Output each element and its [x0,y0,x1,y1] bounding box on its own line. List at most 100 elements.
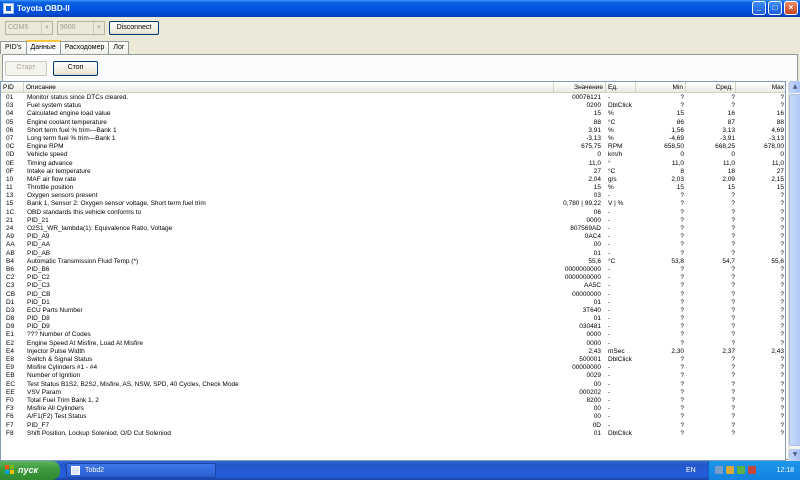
table-row[interactable]: C3 PID_C3 AA5C -??? [1,282,785,290]
table-row[interactable]: B6 PID_B6 0000000000-??? [1,266,785,274]
table-row[interactable]: 1C OBD standards this vehicle conforms to… [1,208,785,217]
port-select[interactable]: COM5 ▼ [5,21,53,35]
table-row[interactable]: E1??? Number of Codes 0000-??? [1,331,785,339]
table-row[interactable]: 04 Calculated engine load value 15% 15 16 16 [1,110,785,118]
table-row[interactable]: 11 Throttle position 15% 15 15 15 [1,184,785,192]
cell-value: 01 [593,429,601,437]
cell-avg: ? [731,249,735,257]
table-row[interactable]: AB PID_AB 01-??? [1,249,785,258]
cell-min: 658,50 [664,143,684,151]
table-row[interactable]: F6 A/F1(F2) Test Status 00-??? [1,413,785,421]
stop-button[interactable]: Стоп [53,61,98,76]
table-row[interactable]: 24 O2S1_WR_lambda(1): Equivalence Ratio, … [1,225,785,233]
network-icon[interactable] [715,466,723,474]
language-indicator[interactable]: EN [686,461,696,480]
table-row[interactable]: EC Test Status B1S2, B2S2, Misfire, AS, N… [1,381,785,389]
scroll-up-icon[interactable]: ▲ [789,81,800,93]
cell-avg: ? [731,388,735,396]
cell-min: ? [680,331,684,339]
cell-pid: AB [6,249,15,257]
table-row[interactable]: EE VSV Param 000202-??? [1,388,785,397]
table-row[interactable]: 03 Fuel system status 0200 DblClick??? [1,102,785,110]
table-row[interactable]: 01 Monitor status since DTCs cleared. 0007… [1,94,785,102]
table-row[interactable]: CB PID_CB 00000000-??? [1,291,785,299]
table-row[interactable]: F7 PID_F7 0D -??? [1,421,785,430]
tab-data[interactable]: Данные [25,40,61,54]
cell-value: 11,0 [588,159,601,167]
table-row[interactable]: 05 Engine coolant temperature 88 °C 86 87 88 [1,118,785,127]
volume-icon[interactable] [726,466,734,474]
table-row[interactable]: C2 PID_C2 0000000000-??? [1,274,785,282]
cell-avg: 3,13 [722,126,735,134]
cell-value: 88 [593,118,601,126]
table-row[interactable]: E9 Misfire Cylinders #1 - #4 00000000-??? [1,364,785,372]
table-row[interactable]: 15 Bank 1, Sensor 2: Oxygen sensor voltag… [1,200,785,208]
table-row[interactable]: 10 MAF air flow rate 2,04 g/s 2,03 2,09 2,15 [1,176,785,184]
table-row[interactable]: 0F Intake air temperature 27 °C 8 18 27 [1,168,785,176]
start-button-taskbar[interactable]: пуск [0,461,60,480]
pid-data-table[interactable]: PID Описание Значение Ед. Min Сред. Max … [0,81,786,461]
cell-pid: 03 [6,102,14,110]
table-row[interactable]: 06 Short term fuel % trim—Bank 1 3,91% 1,56… [1,126,785,135]
tab-log[interactable]: Лог [108,41,130,54]
table-row[interactable]: F0 Total Fuel Trim Bank 1, 2 8200-??? [1,397,785,405]
table-row[interactable]: 0C Engine RPM 675,75 RPM 658,50 668,25 678,00 [1,143,785,151]
maximize-button[interactable]: □ [768,1,782,15]
table-row[interactable]: D8 PID_D8 01-??? [1,315,785,323]
baud-select[interactable]: 9600 ▼ [57,21,105,35]
column-header-unit[interactable]: Ед. [606,82,636,93]
scroll-thumb[interactable] [789,94,800,446]
scroll-down-icon[interactable]: ▼ [789,449,800,461]
tray-app-icon[interactable] [737,466,745,474]
chevron-down-icon[interactable]: ▼ [41,22,52,34]
disconnect-button[interactable]: Disconnect [109,21,159,35]
security-icon[interactable] [748,466,756,474]
cell-max: ? [780,388,784,396]
minimize-button[interactable]: _ [752,1,766,15]
cell-value: 00 [593,405,601,413]
table-row[interactable]: D3 ECU Parts Number 3T640-??? [1,307,785,315]
table-row[interactable]: AA PID_AA 00-??? [1,241,785,249]
port-value: COM5 [8,24,29,31]
table-row[interactable]: 21 PID_21 0000-??? [1,217,785,225]
column-header-avg[interactable]: Сред. [686,82,736,93]
cell-max: 16 [776,110,784,118]
cell-pid: E9 [6,364,14,372]
column-header-pid[interactable]: PID [1,82,24,93]
table-row[interactable]: 07 Long term fuel % trim—Bank 1 -3,13% -4,6… [1,135,785,143]
cell-description: Automatic Transmission Fluid Temp (*) [27,257,139,265]
cell-pid: A9 [6,233,14,241]
table-row[interactable]: EB Number of Ignition 0029-??? [1,372,785,380]
table-row[interactable]: 0D Vehicle speed 0 km/h 0 0 0 [1,151,785,159]
table-row[interactable]: 0E Timing advance 11,0 ° 11,0 11,0 11,0 [1,159,785,168]
table-row[interactable]: F3 Misfire All Cylinders 00-??? [1,405,785,413]
start-button[interactable]: Старт [5,61,47,76]
table-row[interactable]: D9 PID_D9 030481-??? [1,323,785,331]
cell-pid: 13 [6,192,14,200]
close-button[interactable]: × [784,1,798,15]
cell-max: ? [780,208,784,216]
tab-fuel-meter[interactable]: Расходомер [59,41,110,54]
chevron-down-icon[interactable]: ▼ [93,22,104,34]
cell-pid: 15 [6,200,14,208]
cell-value: 00076121 [572,94,601,101]
cell-avg: ? [731,233,735,241]
cell-max: ? [780,249,784,257]
cell-value: 0D [592,421,601,429]
table-row[interactable]: E2 Engine Speed At Misfire, Load At Misfi… [1,340,785,348]
column-header-description[interactable]: Описание [24,82,554,93]
tab-pids[interactable]: PID's [0,41,27,54]
table-row[interactable]: D1 PID_D1 01-??? [1,299,785,307]
column-header-max[interactable]: Max [736,82,785,93]
table-row[interactable]: E8 Switch & Signal Status 500001 DblClick??… [1,356,785,364]
table-row[interactable]: 13 Oxygen sensors present 03-??? [1,192,785,200]
cell-description: PID_C3 [27,282,50,290]
table-row[interactable]: A9 PID_A9 0AC4-??? [1,233,785,241]
vertical-scrollbar[interactable]: ▲ ▼ [788,81,800,461]
table-row[interactable]: B4 Automatic Transmission Fluid Temp (*) 5… [1,257,785,266]
table-row[interactable]: E4 Injector Pulse Width 2,43 mSec 2,30 2,37 2,… [1,348,785,356]
taskbar-item-tobd2[interactable]: Tobd2 [66,463,216,478]
table-row[interactable]: F8 Shift Position, Lockup Soleniod, O/D C… [1,429,785,438]
column-header-value[interactable]: Значение [554,82,606,93]
column-header-min[interactable]: Min [636,82,686,93]
